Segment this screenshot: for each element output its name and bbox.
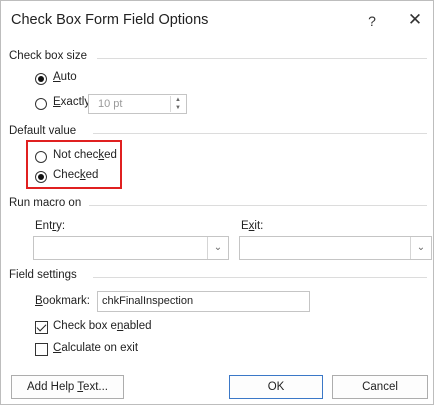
exactly-radio[interactable] [35, 98, 47, 110]
entry-label: Entry: [35, 220, 66, 232]
bookmark-label: Bookmark: [35, 295, 90, 307]
spinner-arrows-icon[interactable]: ▲ ▼ [170, 96, 185, 112]
auto-label[interactable]: Auto [53, 71, 77, 83]
run-macro-heading: Run macro on [9, 197, 82, 209]
checked-radio[interactable] [35, 171, 47, 183]
bookmark-input[interactable]: chkFinalInspection [97, 291, 310, 312]
not-checked-radio[interactable] [35, 151, 47, 163]
close-button[interactable]: ✕ [403, 8, 427, 32]
chevron-down-icon[interactable]: ⌄ [207, 237, 228, 259]
exact-size-spinner[interactable]: 10 pt ▲ ▼ [88, 94, 187, 114]
title-bar: Check Box Form Field Options ? ✕ [1, 1, 433, 43]
divider [93, 277, 427, 278]
exit-label: Exit: [241, 220, 264, 232]
check-box-enabled-label[interactable]: Check box enabled [53, 320, 151, 332]
calculate-on-exit-label[interactable]: Calculate on exit [53, 342, 138, 354]
field-settings-heading: Field settings [9, 269, 77, 281]
divider [93, 133, 427, 134]
exact-size-value: 10 pt [98, 98, 123, 110]
cancel-button[interactable]: Cancel [332, 375, 428, 399]
checked-label[interactable]: Checked [53, 169, 98, 181]
dialog-title: Check Box Form Field Options [11, 12, 209, 28]
check-box-size-heading: Check box size [9, 50, 87, 62]
default-value-heading: Default value [9, 125, 77, 137]
exit-macro-select[interactable]: ⌄ [239, 236, 432, 260]
check-box-enabled-checkbox[interactable] [35, 321, 48, 334]
check-box-form-field-options-dialog: Check Box Form Field Options ? ✕ Check b… [0, 0, 434, 405]
divider [97, 58, 427, 59]
auto-radio[interactable] [35, 73, 47, 85]
ok-button[interactable]: OK [229, 375, 323, 399]
help-button[interactable]: ? [361, 10, 383, 32]
divider [89, 205, 427, 206]
entry-macro-select[interactable]: ⌄ [33, 236, 229, 260]
bookmark-value: chkFinalInspection [102, 295, 194, 307]
add-help-text-button[interactable]: Add Help Text... [11, 375, 124, 399]
calculate-on-exit-checkbox[interactable] [35, 343, 48, 356]
chevron-down-icon[interactable]: ⌄ [410, 237, 431, 259]
not-checked-label[interactable]: Not checked [53, 149, 117, 161]
